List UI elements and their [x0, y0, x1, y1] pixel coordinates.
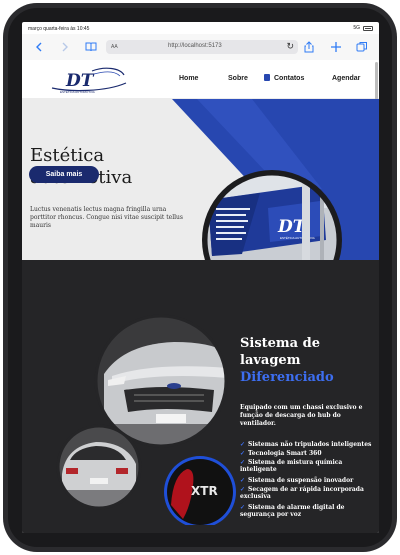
tabs-icon[interactable] — [355, 40, 369, 54]
url-bar[interactable]: AA http://localhost:5173 ↻ — [106, 40, 298, 54]
check-icon: ✓ — [240, 441, 246, 448]
logo-letters: DT — [65, 71, 95, 91]
feature-item: ✓ Tecnologia Smart 360 — [240, 450, 376, 457]
site-nav: DT ESTÉTICA AUTOMOTIVA Home Sobre Contat… — [22, 60, 379, 99]
status-indicators: 5G — [353, 25, 373, 31]
feature-text: Sistemas não tripulados inteligentes — [248, 441, 372, 448]
nav-schedule[interactable]: Agendar — [332, 75, 360, 82]
battery-icon — [363, 25, 373, 31]
check-icon: ✓ — [240, 450, 246, 457]
check-icon: ✓ — [240, 486, 246, 493]
logo-tagline: ESTÉTICA AUTOMOTIVA — [60, 89, 95, 94]
section-title: Sistema de lavagem Diferenciado — [240, 335, 334, 386]
logo[interactable]: DT ESTÉTICA AUTOMOTIVA — [50, 65, 128, 94]
section-subtitle: Equipado com um chassi exclusivo e funçã… — [240, 404, 363, 427]
nav-about[interactable]: Sobre — [228, 75, 248, 82]
contacts-icon — [264, 74, 270, 81]
feature-item: ✓ Sistema de suspensão inovador — [240, 477, 376, 484]
cta-button[interactable]: Saiba mais — [29, 166, 99, 183]
hero-text: Luctus venenatis lectus magna fringilla … — [30, 206, 183, 229]
signal-label: 5G — [353, 25, 360, 31]
feature-item: ✓ Sistemas não tripulados inteligentes — [240, 441, 376, 448]
feature-item: ✓ Sistema de mistura química inteligente — [240, 459, 376, 473]
section-title-line1: Sistema de — [240, 336, 320, 351]
feature-text: Sistema de mistura química inteligente — [240, 459, 343, 473]
back-icon[interactable] — [32, 40, 46, 54]
text-size-button[interactable]: AA — [111, 44, 118, 50]
feature-text: Sistema de suspensão inovador — [248, 477, 354, 484]
forward-icon[interactable] — [58, 40, 72, 54]
new-tab-icon[interactable] — [329, 40, 343, 54]
screen: março quarta-feira às 10:45 5G AA http:/… — [22, 22, 379, 533]
section-title-highlight: Diferenciado — [240, 370, 334, 385]
reload-icon[interactable]: ↻ — [286, 41, 294, 52]
feature-item: ✓ Secagem de ar rápida incorporada exclus… — [240, 486, 376, 500]
share-icon[interactable] — [302, 40, 316, 54]
feature-text: Secagem de ar rápida incorporada exclusi… — [240, 486, 364, 500]
feature-text: Tecnologia Smart 360 — [248, 450, 322, 457]
feature-item: ✓ Sistema de alarme digital de segurança … — [240, 504, 376, 518]
section-title-line2: lavagem — [240, 353, 301, 368]
check-icon: ✓ — [240, 459, 246, 466]
url-text: http://localhost:5173 — [168, 43, 222, 49]
status-bar: março quarta-feira às 10:45 5G — [22, 22, 379, 34]
check-icon: ✓ — [240, 504, 246, 511]
nav-home[interactable]: Home — [179, 75, 198, 82]
status-time: março quarta-feira às 10:45 — [28, 26, 90, 32]
car-rear-photo — [56, 424, 142, 510]
xtr-badge: XTR — [164, 456, 236, 525]
book-icon[interactable] — [84, 40, 98, 54]
badge-text: XTR — [191, 484, 218, 498]
hero-title-line1: Estética — [30, 145, 105, 166]
browser-toolbar: AA http://localhost:5173 ↻ — [22, 34, 379, 61]
check-icon: ✓ — [240, 477, 246, 484]
feature-text: Sistema de alarme digital de segurança p… — [240, 504, 345, 518]
nav-contacts[interactable]: Contatos — [274, 75, 304, 82]
